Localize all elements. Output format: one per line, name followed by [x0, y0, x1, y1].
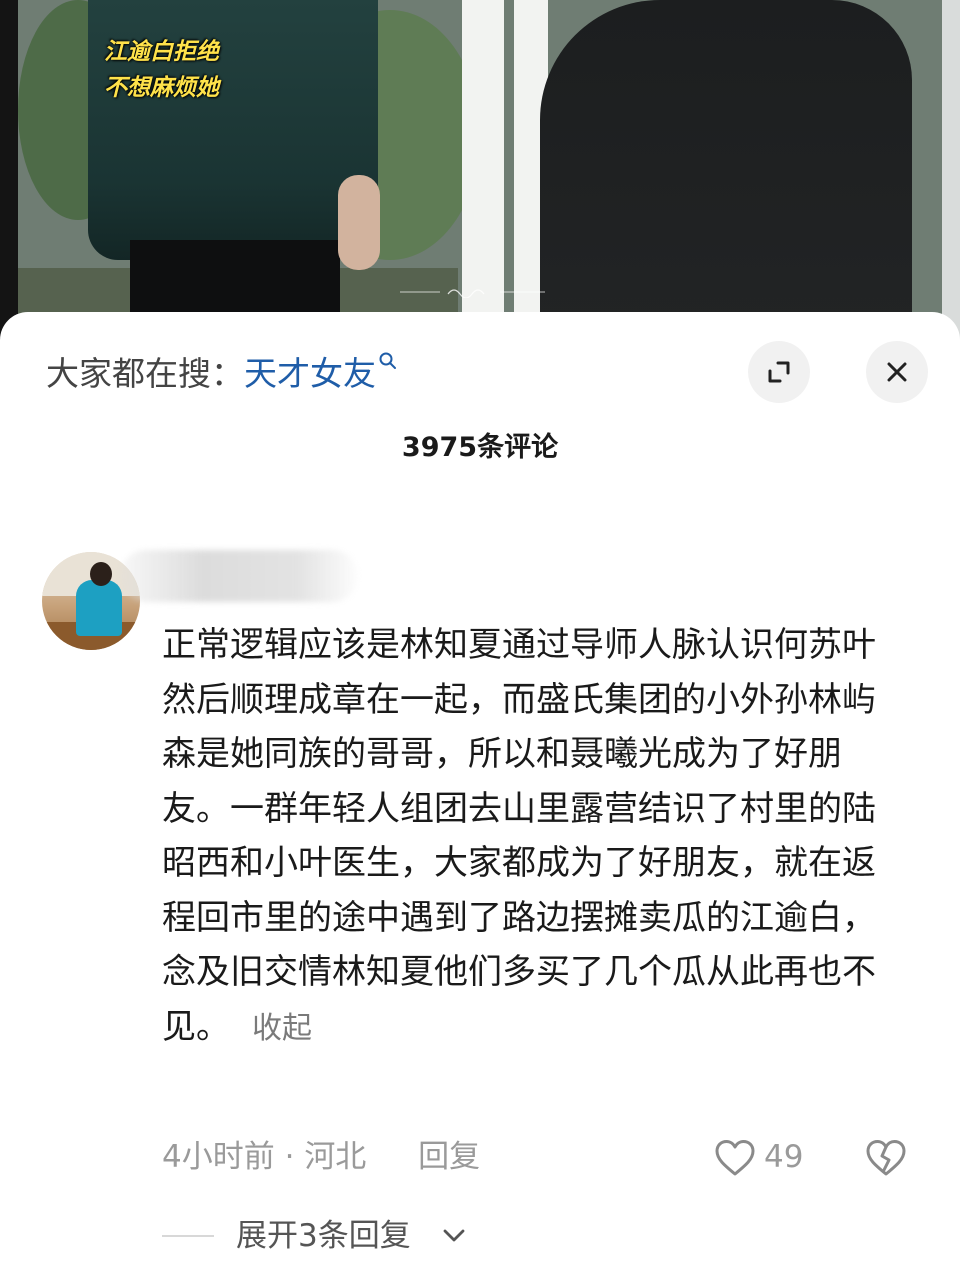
video-frame-edge [0, 0, 18, 340]
avatar-figure [76, 580, 122, 636]
comment-text: 正常逻辑应该是林知夏通过导师人脉认识何苏叶然后顺理成章在一起，而盛氏集团的小外孙… [162, 625, 876, 1047]
video-frame-edge [942, 0, 960, 340]
video-player[interactable]: 江逾白拒绝 不想麻烦她 [0, 0, 960, 340]
broken-heart-icon[interactable] [864, 1139, 908, 1177]
caption-line: 不想麻烦她 [104, 74, 219, 101]
chevron-down-icon [443, 1229, 465, 1242]
trending-search-hint[interactable]: 大家都在搜：天才女友 [46, 348, 398, 400]
comment-time: 4小时前 [162, 1139, 275, 1175]
divider-line [162, 1235, 214, 1237]
username-blurred[interactable] [120, 550, 358, 602]
comment-meta: 4小时前 · 河北 回复 [162, 1135, 480, 1179]
comment-count: 3975条评论 [401, 432, 559, 463]
expand-icon [768, 361, 790, 383]
comment-location: 河北 [304, 1139, 367, 1175]
expand-replies-label: 展开3条回复 [236, 1218, 411, 1254]
heart-outline-icon[interactable] [714, 1139, 756, 1177]
reply-button[interactable]: 回复 [418, 1139, 480, 1175]
magnifier-icon [378, 334, 398, 369]
video-watermark [400, 284, 550, 301]
meta-separator: · [284, 1139, 295, 1175]
expand-button[interactable] [748, 341, 810, 403]
collapse-link[interactable]: 收起 [252, 1011, 312, 1046]
close-button[interactable] [866, 341, 928, 403]
caption-line: 江逾白拒绝 [104, 38, 219, 65]
close-icon [887, 362, 907, 382]
person-in-black-coat [540, 0, 912, 340]
comment-page: 江逾白拒绝 不想麻烦她 大家都在搜：天才女友 3975条评论 正常逻辑应该是林知… [0, 0, 960, 1278]
comments-sheet: 大家都在搜：天才女友 3975条评论 正常逻辑应该是林知夏通过导师人脉认识何苏叶… [0, 312, 960, 1278]
search-hint-label: 大家都在搜： [46, 354, 244, 393]
avatar-head [90, 562, 112, 586]
watermark-scribble-icon [400, 289, 545, 299]
comment-body: 正常逻辑应该是林知夏通过导师人脉认识何苏叶然后顺理成章在一起，而盛氏集团的小外孙… [162, 618, 902, 1056]
person-hand [338, 175, 380, 270]
like-count: 49 [764, 1139, 804, 1175]
search-hint-term[interactable]: 天才女友 [244, 354, 376, 393]
video-caption: 江逾白拒绝 不想麻烦她 [104, 34, 219, 106]
